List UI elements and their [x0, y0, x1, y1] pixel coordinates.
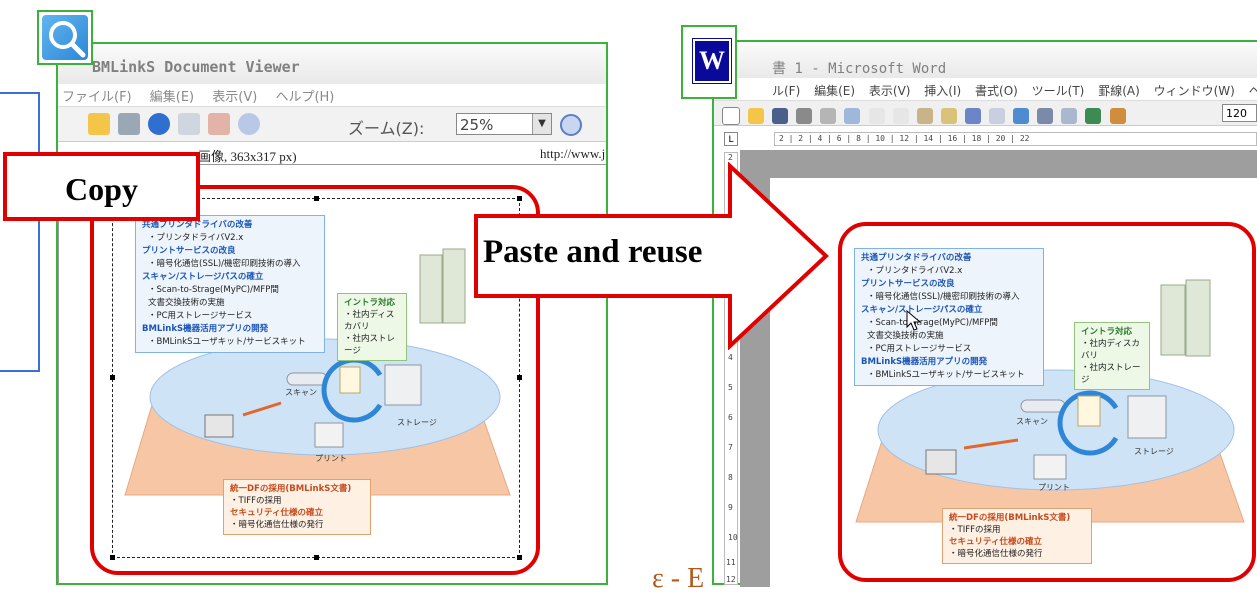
zoom-select-value: 25%	[460, 116, 494, 134]
horizontal-ruler[interactable]: 2 | 2 | 4 | 6 | 8 | 10 | 12 | 14 | 16 | …	[774, 132, 1257, 146]
zoom-in-icon[interactable]	[560, 114, 582, 136]
new-document-icon[interactable]	[722, 106, 740, 125]
vruler-tick-9: 10	[728, 533, 738, 542]
tables-borders-icon[interactable]	[1037, 107, 1054, 124]
print-icon[interactable]	[796, 107, 813, 124]
word-menu-file[interactable]: ル(F)	[772, 84, 800, 98]
insert-excel-icon[interactable]	[1085, 107, 1102, 124]
viewer-status-info: 画像, 363x317 px)	[198, 149, 297, 164]
insert-table-icon[interactable]	[1061, 107, 1078, 124]
redo-icon[interactable]	[989, 107, 1006, 124]
right-highlight	[838, 222, 1256, 582]
copy-callout: Copy	[3, 152, 200, 221]
word-zoom-box[interactable]: 120	[1222, 104, 1257, 122]
spellcheck-icon[interactable]	[844, 107, 861, 124]
vruler-tick-3: 4	[728, 353, 733, 362]
copy-callout-text: Copy	[65, 171, 138, 207]
zoom-label: ズーム(Z):	[348, 119, 425, 138]
print-preview-icon[interactable]	[820, 107, 837, 124]
text-fragment: ε - E	[652, 563, 705, 594]
copy-icon[interactable]	[178, 113, 201, 135]
save-icon[interactable]	[772, 107, 789, 124]
viewer-menubar: ファイル(F) 編集(E) 表示(V) ヘルプ(H)	[62, 86, 348, 105]
word-menu-view[interactable]: 表示(V)	[869, 84, 911, 98]
info-icon[interactable]	[148, 113, 171, 135]
word-title: 書 1 - Microsoft Word	[772, 61, 947, 77]
drawing-icon[interactable]	[1109, 107, 1126, 124]
viewer-menu-help[interactable]: ヘルプ(H)	[275, 90, 334, 105]
word-menu-insert[interactable]: 挿入(I)	[924, 84, 961, 98]
zoom-select[interactable]: 25% ▼	[456, 113, 552, 135]
word-menu-window[interactable]: ウィンドウ(W)	[1154, 84, 1235, 98]
viewer-title: BMLinkS Document Viewer	[92, 58, 300, 76]
viewer-toolbar: ズーム(Z): 25% ▼	[58, 106, 606, 142]
word-menu-table[interactable]: 罫線(A)	[1098, 84, 1140, 98]
word-menubar: ル(F) 編集(E) 表示(V) 挿入(I) 書式(O) ツール(T) 罫線(A…	[772, 82, 1257, 99]
paste-icon[interactable]	[916, 107, 933, 124]
copy-icon[interactable]	[892, 107, 909, 124]
word-zoom-value: 120	[1226, 107, 1247, 120]
hyperlink-icon[interactable]	[1013, 107, 1030, 124]
vruler-tick-10: 11	[726, 558, 736, 567]
horizontal-ruler-ticks: 2 | 2 | 4 | 6 | 8 | 10 | 12 | 14 | 16 | …	[779, 134, 1030, 143]
viewer-app-icon-frame	[37, 10, 93, 65]
left-blue-partial-frame	[0, 92, 40, 372]
open-icon[interactable]	[748, 107, 765, 124]
vruler-tick-6: 7	[728, 443, 733, 452]
print-icon[interactable]	[118, 113, 141, 135]
chevron-down-icon[interactable]: ▼	[532, 114, 551, 134]
format-painter-icon[interactable]	[940, 107, 957, 124]
vruler-tick-1: 2	[728, 153, 733, 162]
word-menu-format[interactable]: 書式(O)	[975, 84, 1018, 98]
word-icon-letter: W	[699, 46, 725, 75]
delete-page-icon[interactable]	[208, 113, 231, 135]
viewer-menu-view[interactable]: 表示(V)	[212, 90, 257, 105]
undo-icon[interactable]	[964, 107, 981, 124]
word-icon[interactable]: W	[692, 38, 732, 84]
viewer-status-url: http://www.j	[540, 146, 606, 161]
vruler-tick-8: 9	[728, 503, 733, 512]
word-menu-help[interactable]: ヘルプ(H)	[1249, 84, 1257, 98]
word-toolbar: 120	[714, 100, 1257, 126]
vruler-tick-11: 12	[726, 575, 736, 584]
magnifier-icon[interactable]	[42, 15, 88, 60]
paste-callout-text: Paste and reuse	[483, 234, 703, 270]
vruler-tick-4: 5	[728, 383, 733, 392]
word-menu-edit[interactable]: 編集(E)	[814, 84, 855, 98]
open-folder-icon[interactable]	[88, 113, 110, 135]
tab-selector[interactable]: L	[724, 132, 738, 146]
word-menu-tools[interactable]: ツール(T)	[1032, 84, 1085, 98]
viewer-menu-file[interactable]: ファイル(F)	[62, 90, 132, 105]
zoom-out-icon[interactable]	[238, 113, 261, 135]
word-app-icon-frame: W	[681, 25, 737, 99]
vruler-tick-7: 8	[728, 473, 733, 482]
cut-icon[interactable]	[868, 107, 885, 124]
viewer-menu-edit[interactable]: 編集(E)	[150, 90, 194, 105]
vruler-tick-5: 6	[728, 413, 733, 422]
